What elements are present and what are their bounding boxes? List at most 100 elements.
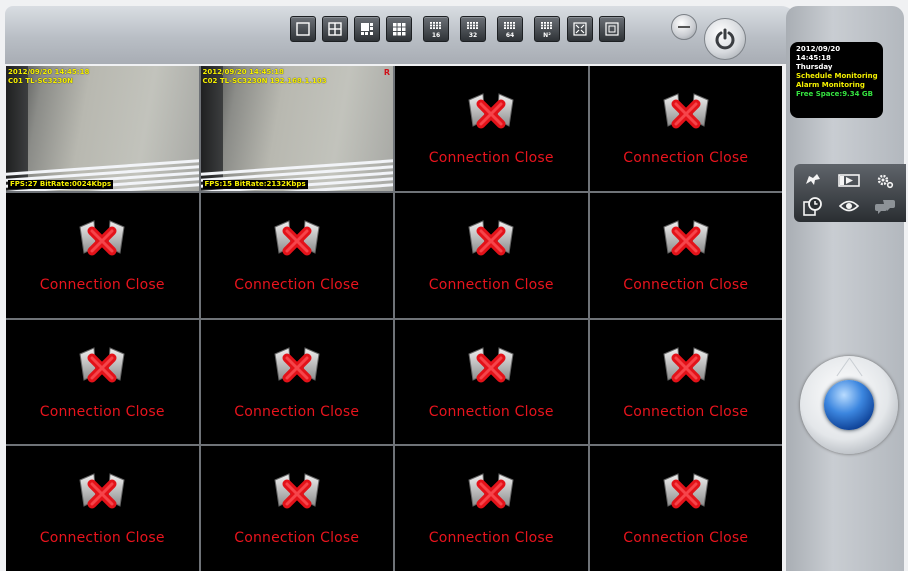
status-info-box: 2012/09/20 14:45:18 Thursday Schedule Mo… bbox=[790, 42, 883, 118]
layout-count-label: 32 bbox=[468, 32, 478, 39]
connection-closed-label: Connection Close bbox=[39, 276, 165, 293]
connection-closed-label: Connection Close bbox=[234, 530, 360, 547]
playback-icon bbox=[838, 174, 860, 187]
connection-closed-icon bbox=[274, 473, 320, 509]
connection-closed-icon bbox=[468, 473, 514, 509]
connection-closed-icon bbox=[79, 220, 125, 256]
layout-custom-button[interactable]: N² bbox=[534, 16, 560, 42]
layout-1-button[interactable] bbox=[290, 16, 316, 42]
camera-tile[interactable]: Connection Close bbox=[200, 446, 393, 571]
chat-button[interactable] bbox=[870, 194, 900, 218]
power-button[interactable] bbox=[704, 18, 746, 60]
capture-icon bbox=[605, 22, 619, 36]
map-icon bbox=[806, 174, 820, 185]
log-search-button[interactable] bbox=[798, 194, 828, 218]
gear-icon bbox=[877, 174, 894, 189]
camera-tile[interactable]: Connection Close bbox=[395, 446, 588, 571]
camera-stats: FPS:27 BitRate:0024Kbps bbox=[8, 179, 114, 189]
connection-closed-label: Connection Close bbox=[428, 530, 554, 547]
connection-closed-icon bbox=[274, 346, 320, 382]
eye-icon bbox=[838, 200, 860, 212]
view-button[interactable] bbox=[834, 194, 864, 218]
info-weekday: Thursday bbox=[796, 63, 833, 71]
layout-64-button[interactable]: 64 bbox=[497, 16, 523, 42]
layout-count-label: 64 bbox=[505, 32, 515, 39]
info-time: 14:45:18 bbox=[796, 54, 831, 62]
camera-tile[interactable]: Connection Close bbox=[6, 319, 199, 445]
layout-32-button[interactable]: 32 bbox=[460, 16, 486, 42]
connection-closed-icon bbox=[468, 220, 514, 256]
camera-tile[interactable]: Connection Close bbox=[589, 446, 782, 571]
connection-closed-label: Connection Close bbox=[623, 276, 749, 293]
connection-closed-icon bbox=[468, 93, 514, 129]
connection-closed-label: Connection Close bbox=[623, 530, 749, 547]
quad-view-icon bbox=[328, 22, 342, 36]
single-view-icon bbox=[296, 22, 310, 36]
connection-closed-icon bbox=[274, 220, 320, 256]
camera-timestamp: 2012/09/20 14:45:18 bbox=[8, 68, 90, 76]
screenshot-button[interactable] bbox=[599, 16, 625, 42]
camera-tile[interactable]: Connection Close bbox=[589, 192, 782, 318]
recording-indicator: R bbox=[383, 68, 390, 77]
connection-closed-icon bbox=[663, 346, 709, 382]
power-icon bbox=[715, 28, 735, 50]
camera-name: C02 TL-SC3230N 192.168.1.103 bbox=[202, 77, 327, 85]
info-date: 2012/09/20 bbox=[796, 45, 841, 53]
ptz-control-wheel[interactable] bbox=[800, 356, 898, 454]
info-alarm: Alarm Monitoring bbox=[796, 81, 865, 89]
fullscreen-button[interactable] bbox=[567, 16, 593, 42]
playback-button[interactable] bbox=[834, 168, 864, 192]
six-view-icon bbox=[361, 23, 373, 35]
connection-closed-icon bbox=[79, 473, 125, 509]
fullscreen-icon bbox=[573, 22, 587, 36]
layout-count-label: 16 bbox=[431, 32, 441, 39]
connection-closed-icon bbox=[79, 346, 125, 382]
map-button[interactable] bbox=[798, 168, 828, 192]
camera-tile[interactable]: Connection Close bbox=[395, 192, 588, 318]
camera-name: C01 TL-SC3230N bbox=[8, 77, 73, 85]
camera-tile[interactable]: 2012/09/20 14:45:18 C02 TL-SC3230N 192.1… bbox=[200, 66, 393, 191]
connection-closed-label: Connection Close bbox=[623, 150, 749, 166]
camera-tile[interactable]: Connection Close bbox=[200, 319, 393, 445]
layout-6-button[interactable] bbox=[354, 16, 380, 42]
video-grid: 2012/09/20 14:45:18 C01 TL-SC3230N FPS:2… bbox=[6, 66, 782, 571]
connection-closed-label: Connection Close bbox=[428, 403, 554, 420]
chat-icon bbox=[875, 200, 895, 214]
layout-16-button[interactable]: 16 bbox=[423, 16, 449, 42]
camera-timestamp: 2012/09/20 14:45:18 bbox=[202, 68, 284, 76]
minimize-button[interactable] bbox=[671, 14, 697, 40]
camera-overlay: 2012/09/20 14:45:18 C01 TL-SC3230N bbox=[8, 68, 89, 86]
info-free-space: Free Space:9.34 GB bbox=[796, 90, 873, 98]
layout-4-button[interactable] bbox=[322, 16, 348, 42]
connection-closed-icon bbox=[663, 473, 709, 509]
connection-closed-icon bbox=[468, 346, 514, 382]
info-schedule: Schedule Monitoring bbox=[796, 72, 878, 80]
connection-closed-icon bbox=[663, 220, 709, 256]
connection-closed-label: Connection Close bbox=[39, 403, 165, 420]
connection-closed-label: Connection Close bbox=[234, 403, 360, 420]
ptz-center-button[interactable] bbox=[824, 380, 874, 430]
camera-overlay: 2012/09/20 14:45:18 C02 TL-SC3230N 192.1… bbox=[203, 68, 327, 86]
connection-closed-label: Connection Close bbox=[428, 150, 554, 166]
camera-tile[interactable]: Connection Close bbox=[589, 66, 782, 191]
connection-closed-label: Connection Close bbox=[623, 403, 749, 420]
connection-closed-label: Connection Close bbox=[234, 276, 360, 293]
function-panel bbox=[794, 164, 906, 222]
camera-tile[interactable]: Connection Close bbox=[6, 192, 199, 318]
camera-tile[interactable]: Connection Close bbox=[6, 446, 199, 571]
connection-closed-label: Connection Close bbox=[39, 530, 165, 547]
nvr-live-view: 16 32 64 N² 2012/09/20 14:45:18 Thursday Sc… bbox=[0, 0, 908, 571]
camera-tile[interactable]: 2012/09/20 14:45:18 C01 TL-SC3230N FPS:2… bbox=[6, 66, 199, 191]
camera-stats: FPS:15 BitRate:2132Kbps bbox=[202, 179, 308, 189]
camera-tile[interactable]: Connection Close bbox=[395, 319, 588, 445]
camera-tile[interactable]: Connection Close bbox=[200, 192, 393, 318]
layout-count-label: N² bbox=[543, 32, 551, 39]
connection-closed-icon bbox=[663, 93, 709, 129]
settings-button[interactable] bbox=[870, 168, 900, 192]
nine-view-icon bbox=[393, 23, 406, 36]
connection-closed-label: Connection Close bbox=[428, 276, 554, 293]
camera-tile[interactable]: Connection Close bbox=[395, 66, 588, 191]
camera-tile[interactable]: Connection Close bbox=[589, 319, 782, 445]
log-clock-icon bbox=[803, 197, 822, 216]
layout-9-button[interactable] bbox=[386, 16, 412, 42]
